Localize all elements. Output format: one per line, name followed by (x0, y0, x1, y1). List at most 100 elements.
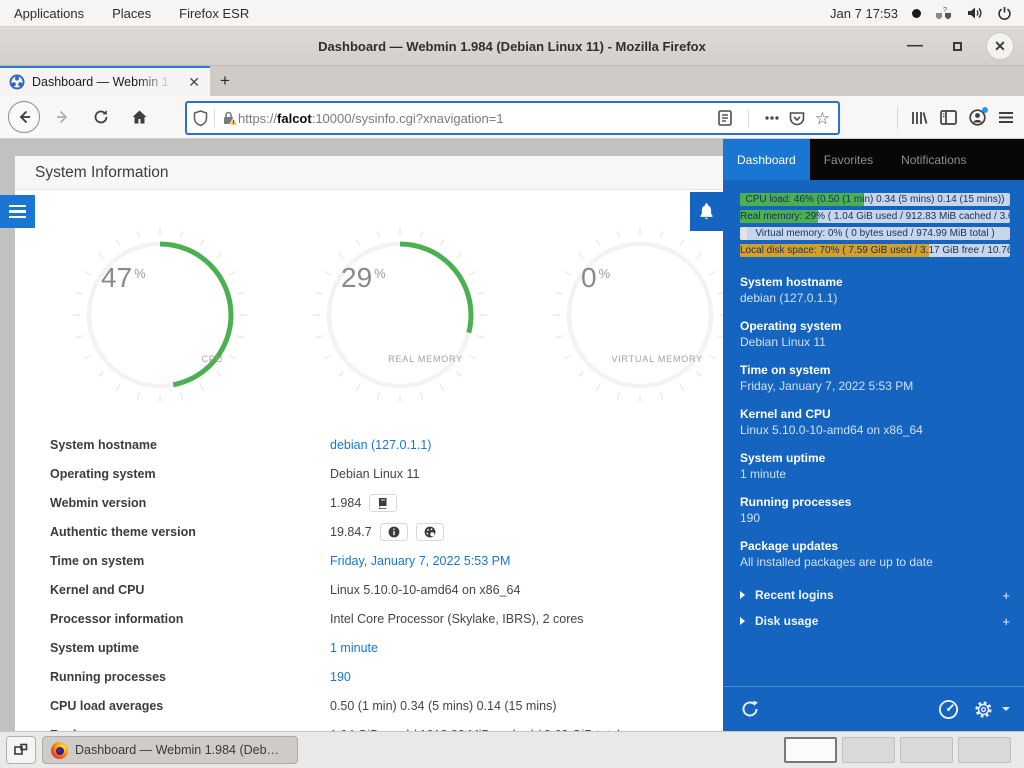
sidebar-info-label: Kernel and CPU (740, 406, 1010, 422)
expand-arrow-icon (740, 617, 745, 625)
gauge-value: 29% (341, 262, 386, 294)
page-actions-icon[interactable] (765, 116, 779, 120)
volume-icon[interactable] (967, 6, 983, 20)
workspace-2[interactable] (842, 737, 895, 763)
sidebar-toggle-button[interactable] (0, 195, 35, 228)
network-icon[interactable]: ? (935, 6, 953, 20)
taskbar-window-button[interactable]: Dashboard — Webmin 1.984 (Deb… (42, 736, 298, 764)
places-menu[interactable]: Places (98, 0, 165, 26)
page-header: System Information (15, 156, 723, 190)
tab-favorites[interactable]: Favorites (810, 139, 887, 180)
firefox-esr-menu[interactable]: Firefox ESR (165, 0, 263, 26)
sidebars-icon[interactable] (940, 110, 957, 125)
window-title: Dashboard — Webmin 1.984 (Debian Linux 1… (318, 39, 706, 54)
table-row: Real memory1.04 GiB used / 1012.83 MiB c… (15, 720, 723, 731)
caret-down-icon[interactable] (1002, 707, 1010, 711)
table-row: System hostnamedebian (127.0.1.1) (15, 430, 723, 459)
home-button[interactable] (124, 102, 154, 132)
sidebar-tabs: Dashboard Favorites Notifications (723, 139, 1024, 180)
sidebar-info-label: Package updates (740, 538, 1010, 554)
reader-view-icon[interactable] (718, 110, 732, 126)
gauge-label: CPU (202, 354, 223, 364)
sidebar-info-value: Friday, January 7, 2022 5:53 PM (740, 378, 1010, 394)
page-title: System Information (35, 164, 169, 182)
power-icon[interactable] (997, 6, 1012, 21)
url-bar[interactable]: ! https://falcot:10000/sysinfo.cgi?xnavi… (185, 101, 840, 135)
resource-bar: CPU load: 46% (0.50 (1 min) 0.34 (5 mins… (740, 193, 1010, 206)
sidebar-info-label: System uptime (740, 450, 1010, 466)
gear-icon[interactable] (973, 699, 994, 720)
book-button[interactable] (369, 494, 397, 512)
gauge-label: VIRTUAL MEMORY (611, 354, 703, 364)
reload-button[interactable] (86, 102, 116, 132)
new-tab-button[interactable]: + (210, 66, 240, 96)
sidebar-info-block: Time on systemFriday, January 7, 2022 5:… (740, 362, 1010, 394)
gauge-value: 0% (581, 262, 610, 294)
tab-dashboard-sidebar[interactable]: Dashboard (723, 139, 810, 180)
palette-button[interactable] (416, 523, 444, 541)
row-label: Time on system (15, 554, 330, 568)
clock[interactable]: Jan 7 17:53 (830, 6, 898, 21)
sidebar-info-label: System hostname (740, 274, 1010, 290)
library-icon[interactable] (910, 110, 928, 126)
row-value: 1.984 (330, 494, 397, 512)
back-button[interactable] (8, 101, 40, 133)
minimize-button[interactable]: — (902, 33, 928, 59)
gauge-real-memory: 29%REAL MEMORY (311, 226, 489, 404)
webmin-sidebar: Dashboard Favorites Notifications CPU lo… (723, 139, 1024, 731)
lock-warning-icon[interactable]: ! (221, 110, 238, 127)
workspace-1[interactable] (784, 737, 837, 763)
row-label: System hostname (15, 438, 330, 452)
applications-menu[interactable]: Applications (0, 0, 98, 26)
pocket-icon[interactable] (789, 111, 805, 126)
collapsible-recent-logins[interactable]: Recent logins+ (723, 582, 1024, 608)
tracking-shield-icon[interactable] (193, 110, 208, 127)
table-row: CPU load averages0.50 (1 min) 0.34 (5 mi… (15, 691, 723, 720)
row-label: Running processes (15, 670, 330, 684)
table-row: Authentic theme version19.84.7 (15, 517, 723, 546)
row-value: 19.84.7 (330, 523, 444, 541)
workspace-4[interactable] (958, 737, 1011, 763)
collapsible-label: Recent logins (755, 588, 1002, 602)
collapsible-disk-usage[interactable]: Disk usage+ (723, 608, 1024, 634)
tab-dashboard[interactable]: Dashboard — Webmin 1 ✕ (0, 66, 210, 96)
row-value[interactable]: debian (127.0.1.1) (330, 438, 431, 452)
tab-notifications[interactable]: Notifications (887, 139, 980, 180)
sidebar-info-block: Running processes190 (740, 494, 1010, 526)
maximize-button[interactable] (944, 33, 970, 59)
expand-plus-icon[interactable]: + (1002, 614, 1010, 629)
account-icon[interactable] (969, 109, 986, 126)
forward-button[interactable] (48, 102, 78, 132)
show-desktop-button[interactable] (6, 736, 36, 764)
svg-text:!: ! (233, 120, 235, 126)
notifications-bell-button[interactable] (690, 192, 723, 231)
tab-title: Dashboard — Webmin 1 (32, 75, 177, 89)
url-text[interactable]: https://falcot:10000/sysinfo.cgi?xnaviga… (238, 111, 718, 126)
table-row: Operating systemDebian Linux 11 (15, 459, 723, 488)
collapsible-label: Disk usage (755, 614, 1002, 628)
workspace-switcher (784, 737, 1011, 763)
bookmark-star-icon[interactable]: ☆ (815, 110, 830, 127)
row-label: Authentic theme version (15, 525, 330, 539)
sidebar-bottom-bar (723, 686, 1024, 731)
window-titlebar[interactable]: Dashboard — Webmin 1.984 (Debian Linux 1… (0, 27, 1024, 66)
close-window-button[interactable]: ✕ (986, 32, 1014, 60)
row-value: Linux 5.10.0-10-amd64 on x86_64 (330, 583, 520, 597)
system-info-table: System hostnamedebian (127.0.1.1)Operati… (15, 430, 723, 731)
gauge-cpu: 47%CPU (71, 226, 249, 404)
row-value[interactable]: 1 minute (330, 641, 378, 655)
system-information-card: System Information 47%CPU 29%REAL MEMORY 0… (15, 156, 723, 731)
menu-icon[interactable] (998, 111, 1014, 124)
row-value[interactable]: 190 (330, 670, 351, 684)
refresh-icon[interactable] (740, 699, 760, 719)
tab-close-icon[interactable]: ✕ (184, 74, 204, 91)
info-button[interactable] (380, 523, 408, 541)
sidebar-info-label: Running processes (740, 494, 1010, 510)
expand-plus-icon[interactable]: + (1002, 588, 1010, 603)
workspace-3[interactable] (900, 737, 953, 763)
tab-strip: Dashboard — Webmin 1 ✕ + (0, 66, 1024, 96)
sidebar-info-value: debian (127.0.1.1) (740, 290, 1010, 306)
table-row: Webmin version1.984 (15, 488, 723, 517)
row-value[interactable]: Friday, January 7, 2022 5:53 PM (330, 554, 510, 568)
speedometer-icon[interactable] (938, 699, 959, 720)
